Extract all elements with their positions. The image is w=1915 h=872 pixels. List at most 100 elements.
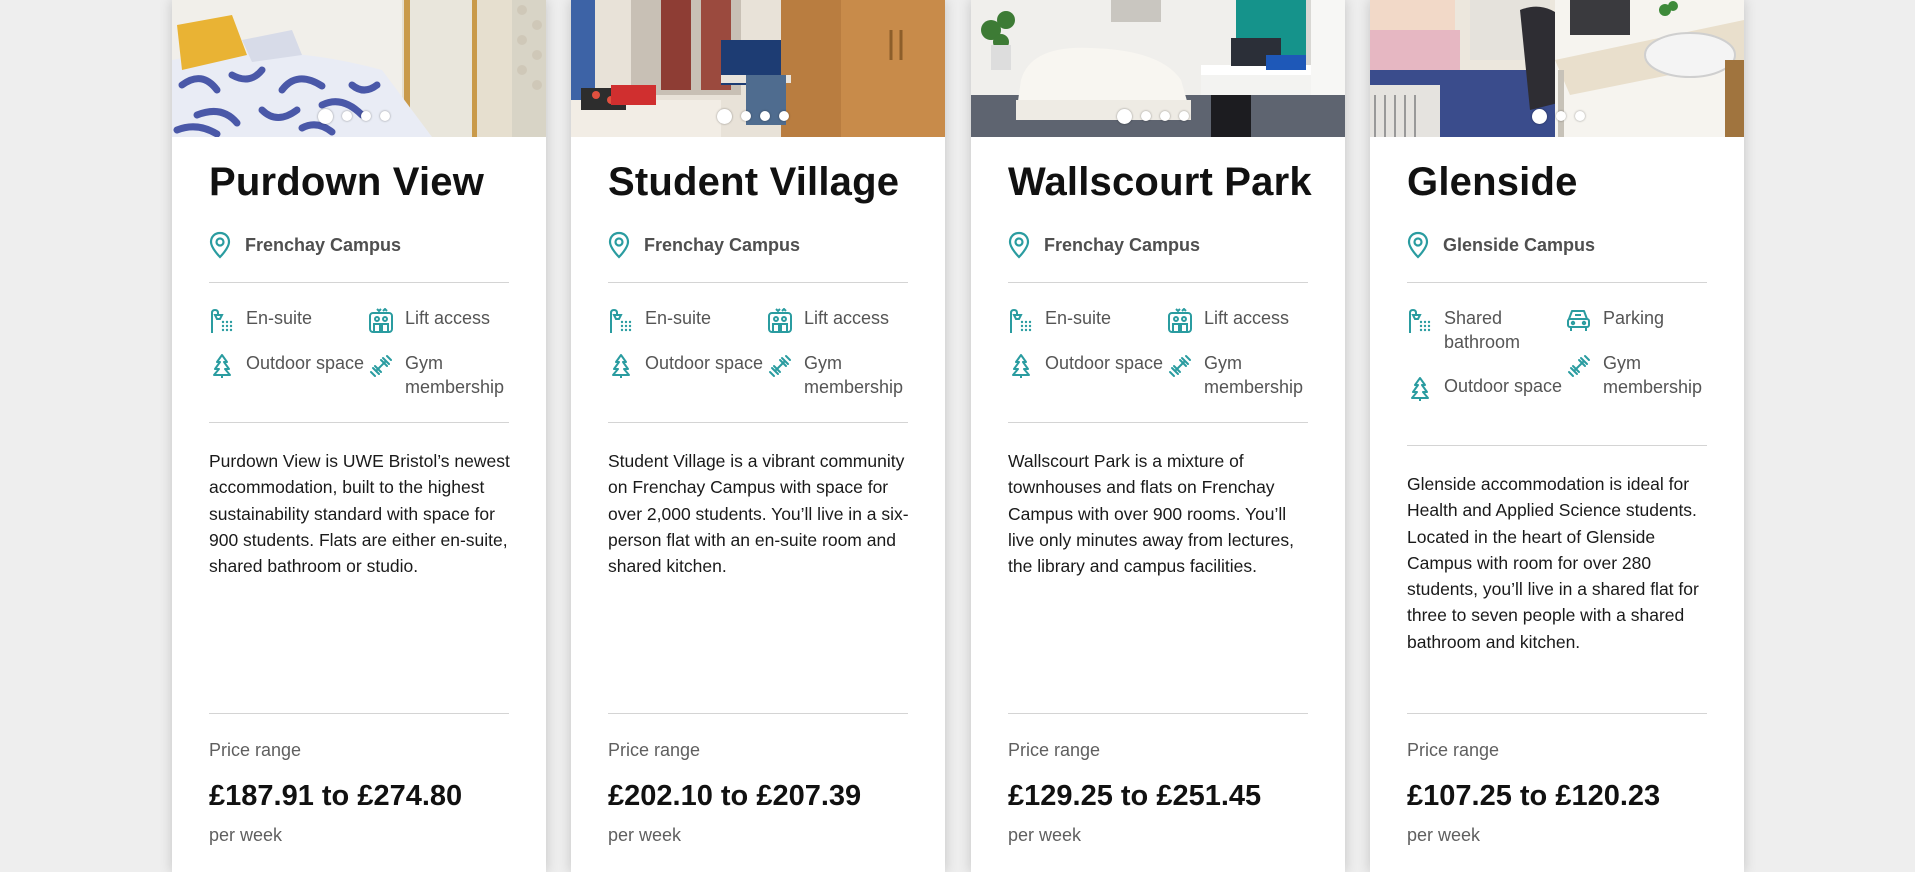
ensuite-shower-icon [1010, 308, 1032, 333]
carousel-dot[interactable] [318, 108, 333, 124]
feature-label: Outdoor space [1444, 376, 1563, 396]
campus-name: Frenchay Campus [644, 234, 801, 255]
price-unit: per week [608, 825, 682, 845]
carousel-dot[interactable] [1141, 111, 1151, 121]
divider [209, 282, 509, 283]
dumbbell-icon [370, 355, 392, 377]
card-description: Wallscourt Park is a mixture of townhous… [1008, 451, 1294, 577]
feature-label: Gym membership [1603, 353, 1703, 397]
feature-label: Lift access [405, 308, 491, 328]
price-range-label: Price range [1407, 740, 1500, 760]
room-photo-carousel[interactable] [571, 0, 945, 137]
campus-location: Frenchay Campus [608, 231, 800, 259]
feature-ensuite: En-suite [1008, 306, 1165, 334]
feature-outdoor: Outdoor space [209, 351, 366, 379]
divider [1008, 713, 1308, 714]
carousel-dot[interactable] [760, 111, 770, 121]
lift-icon [768, 308, 792, 333]
divider [209, 713, 509, 714]
divider [1008, 422, 1308, 423]
price-unit: per week [1407, 825, 1481, 845]
card-description: Glenside accommodation is ideal for Heal… [1407, 474, 1699, 652]
ensuite-shower-icon [610, 308, 632, 333]
price-unit: per week [1008, 825, 1082, 845]
divider [608, 713, 908, 714]
accommodation-card-purdown-view[interactable]: Purdown View Frenchay Campus En-suite Li… [172, 0, 546, 872]
tree-icon [612, 354, 630, 378]
carousel-dots [1117, 108, 1189, 124]
carousel-dot[interactable] [1160, 111, 1170, 121]
feature-label: Outdoor space [645, 353, 764, 373]
tree-icon [1411, 377, 1429, 401]
room-photo-carousel[interactable] [1370, 0, 1744, 137]
card-title: Purdown View [209, 160, 485, 204]
feature-label: Outdoor space [1045, 353, 1164, 373]
lift-icon [1168, 308, 1192, 333]
feature-outdoor: Outdoor space [1407, 374, 1564, 402]
campus-location: Glenside Campus [1407, 231, 1595, 259]
location-pin-icon [209, 231, 231, 259]
price-range-value: £187.91 to £274.80 [209, 780, 463, 812]
room-photo-carousel[interactable] [172, 0, 546, 137]
accommodation-card-glenside[interactable]: Glenside Glenside Campus Shared bathroom… [1370, 0, 1744, 872]
feature-gym: Gym membership [1167, 351, 1324, 399]
carousel-dot[interactable] [741, 111, 751, 121]
feature-lift: Lift access [368, 306, 525, 334]
carousel-dot[interactable] [342, 111, 352, 121]
divider [1407, 445, 1707, 446]
card-description: Purdown View is UWE Bristol’s newest acc… [209, 451, 510, 577]
price-range-value: £202.10 to £207.39 [608, 780, 862, 812]
tree-icon [1012, 354, 1030, 378]
shared-bathroom-icon [1409, 308, 1431, 333]
carousel-dot[interactable] [1179, 111, 1189, 121]
price-unit: per week [209, 825, 283, 845]
price-range-value: £107.25 to £120.23 [1407, 780, 1661, 812]
room-photo-carousel[interactable] [971, 0, 1345, 137]
feature-label: Parking [1603, 308, 1665, 328]
carousel-dot[interactable] [1556, 111, 1566, 121]
feature-ensuite: En-suite [608, 306, 765, 334]
feature-label: Gym membership [804, 353, 904, 397]
card-title: Wallscourt Park [1008, 160, 1312, 204]
carousel-dot[interactable] [361, 111, 371, 121]
carousel-dot[interactable] [380, 111, 390, 121]
location-pin-icon [608, 231, 630, 259]
lift-icon [369, 308, 393, 333]
price-range-label: Price range [209, 740, 302, 760]
carousel-dots [717, 108, 789, 124]
feature-lift: Lift access [1167, 306, 1324, 334]
divider [1008, 282, 1308, 283]
feature-label: Shared bathroom [1444, 308, 1521, 352]
feature-ensuite: En-suite [209, 306, 366, 334]
feature-lift: Lift access [767, 306, 924, 334]
card-description: Student Village is a vibrant community o… [608, 451, 909, 577]
feature-shared-bathroom: Shared bathroom [1407, 306, 1564, 354]
accommodation-card-wallscourt-park[interactable]: Wallscourt Park Frenchay Campus En-suite… [971, 0, 1345, 872]
carousel-dot[interactable] [1117, 108, 1132, 124]
price-range-value: £129.25 to £251.45 [1008, 780, 1262, 812]
divider [608, 282, 908, 283]
dumbbell-icon [1169, 355, 1191, 377]
carousel-dot[interactable] [779, 111, 789, 121]
feature-gym: Gym membership [368, 351, 525, 399]
divider [209, 422, 509, 423]
feature-label: Lift access [804, 308, 890, 328]
campus-location: Frenchay Campus [1008, 231, 1200, 259]
carousel-dot[interactable] [1532, 108, 1547, 124]
dumbbell-icon [1568, 355, 1590, 377]
accommodation-card-student-village[interactable]: Student Village Frenchay Campus En-suite… [571, 0, 945, 872]
feature-outdoor: Outdoor space [608, 351, 765, 379]
feature-gym: Gym membership [1566, 351, 1723, 399]
campus-name: Frenchay Campus [245, 234, 402, 255]
price-range-label: Price range [608, 740, 701, 760]
feature-label: Gym membership [1204, 353, 1304, 397]
feature-parking: Parking [1566, 306, 1723, 334]
carousel-dot[interactable] [717, 108, 732, 124]
carousel-dots [318, 108, 390, 124]
feature-label: Lift access [1204, 308, 1290, 328]
feature-label: En-suite [1045, 308, 1112, 328]
carousel-dot[interactable] [1575, 111, 1585, 121]
feature-label: Outdoor space [246, 353, 365, 373]
location-pin-icon [1407, 231, 1429, 259]
feature-label: En-suite [645, 308, 712, 328]
